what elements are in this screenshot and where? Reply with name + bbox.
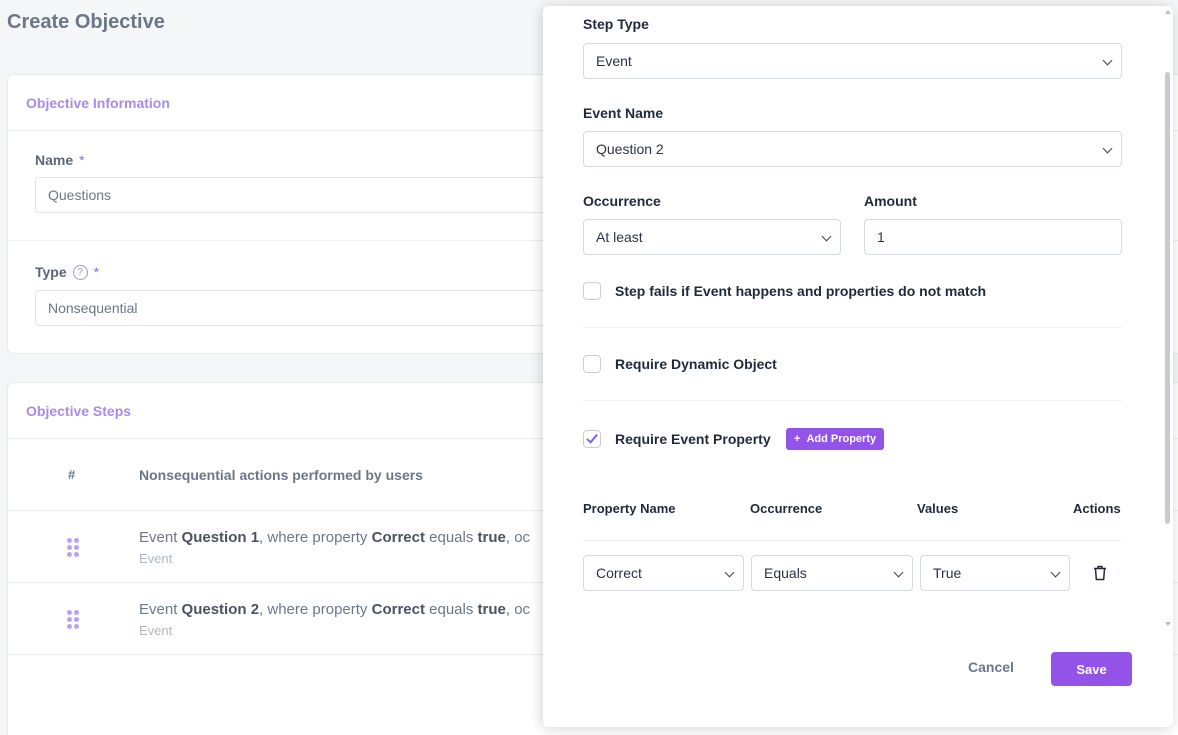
amount-label: Amount bbox=[864, 193, 917, 209]
scrollbar-thumb[interactable] bbox=[1165, 72, 1170, 524]
page-title: Create Objective bbox=[7, 11, 165, 33]
scrollbar[interactable] bbox=[1163, 6, 1173, 727]
column-actions: Actions bbox=[1073, 501, 1121, 516]
chevron-down-icon bbox=[1102, 143, 1113, 154]
required-marker: * bbox=[93, 264, 100, 280]
event-name-label: Event Name bbox=[583, 105, 664, 121]
step-description: Event Question 1, where property Correct… bbox=[139, 529, 531, 546]
property-occurrence-select[interactable]: Equals bbox=[751, 555, 913, 591]
step-type-label: Step Type bbox=[583, 16, 649, 32]
property-name-select[interactable]: Correct bbox=[583, 555, 744, 591]
scroll-down-arrow-icon[interactable] bbox=[1165, 622, 1171, 626]
divider bbox=[583, 327, 1122, 328]
divider bbox=[583, 400, 1122, 401]
event-name-select[interactable]: Question 2 bbox=[583, 131, 1122, 167]
required-marker: * bbox=[79, 152, 85, 168]
type-label: Type ? * bbox=[35, 264, 100, 280]
checkmark-icon bbox=[586, 431, 598, 444]
step-description: Event Question 2, where property Correct… bbox=[139, 601, 531, 618]
chevron-down-icon bbox=[821, 231, 832, 242]
require-event-property-label: Require Event Property bbox=[615, 431, 771, 447]
property-value-select[interactable]: True bbox=[920, 555, 1070, 591]
add-property-button[interactable]: + Add Property bbox=[786, 428, 885, 450]
save-button[interactable]: Save bbox=[1051, 652, 1132, 686]
require-dynamic-object-checkbox[interactable] bbox=[583, 355, 601, 373]
scroll-up-arrow-icon[interactable] bbox=[1165, 10, 1171, 14]
step-editor-modal: Step Type Event Event Name Question 2 Oc… bbox=[543, 6, 1173, 727]
occurrence-label: Occurrence bbox=[583, 193, 661, 209]
step-type-select[interactable]: Event bbox=[583, 43, 1122, 79]
amount-input[interactable]: 1 bbox=[864, 219, 1122, 255]
column-occurrence: Occurrence bbox=[750, 501, 823, 516]
plus-icon: + bbox=[794, 433, 801, 445]
step-fails-checkbox[interactable] bbox=[583, 282, 601, 300]
occurrence-select[interactable]: At least bbox=[583, 219, 841, 255]
name-label: Name * bbox=[35, 152, 85, 168]
column-hash: # bbox=[68, 467, 76, 482]
help-icon[interactable]: ? bbox=[72, 264, 88, 280]
chevron-down-icon bbox=[1050, 567, 1061, 578]
column-values: Values bbox=[917, 501, 959, 516]
step-fails-label: Step fails if Event happens and properti… bbox=[615, 283, 987, 299]
step-type-label: Event bbox=[139, 551, 173, 566]
chevron-down-icon bbox=[1102, 55, 1113, 66]
trash-icon[interactable] bbox=[1093, 565, 1107, 581]
chevron-down-icon bbox=[893, 567, 904, 578]
require-event-property-checkbox[interactable] bbox=[583, 430, 601, 448]
step-type-label: Event bbox=[139, 623, 173, 638]
cancel-button[interactable]: Cancel bbox=[968, 659, 1014, 675]
column-actions: Nonsequential actions performed by users bbox=[139, 466, 423, 483]
drag-handle-icon[interactable] bbox=[67, 610, 81, 630]
drag-handle-icon[interactable] bbox=[67, 538, 81, 558]
require-dynamic-object-label: Require Dynamic Object bbox=[615, 356, 777, 372]
divider bbox=[583, 540, 1122, 541]
chevron-down-icon bbox=[724, 567, 735, 578]
column-property-name: Property Name bbox=[583, 501, 676, 516]
